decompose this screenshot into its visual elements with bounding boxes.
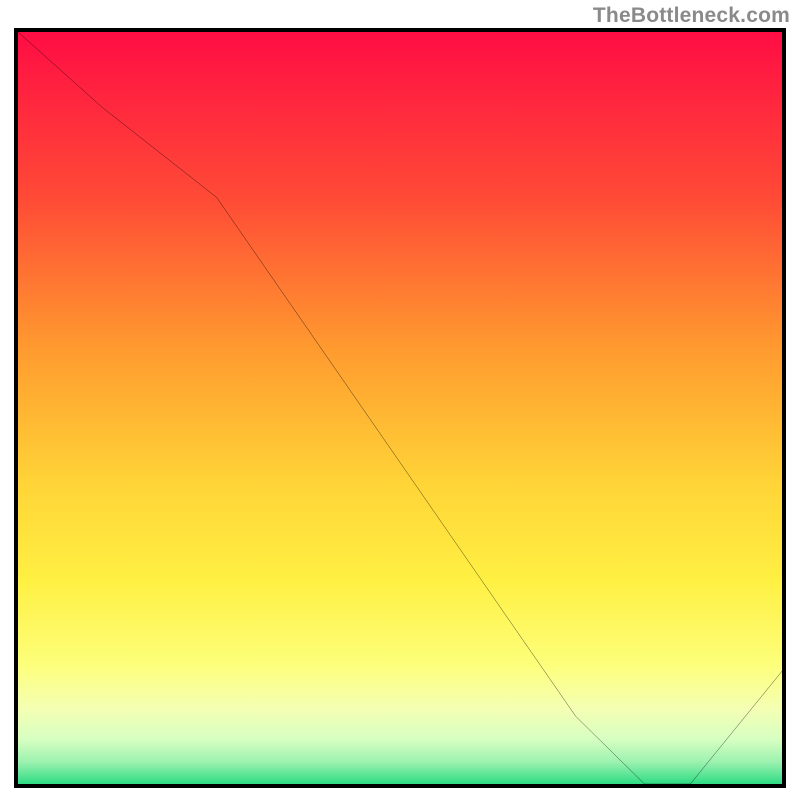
watermark-text: TheBottleneck.com [593, 4, 790, 28]
data-line [18, 32, 782, 784]
chart-container: { "watermark": "TheBottleneck.com", "inl… [0, 0, 800, 800]
plot-area [14, 28, 786, 788]
